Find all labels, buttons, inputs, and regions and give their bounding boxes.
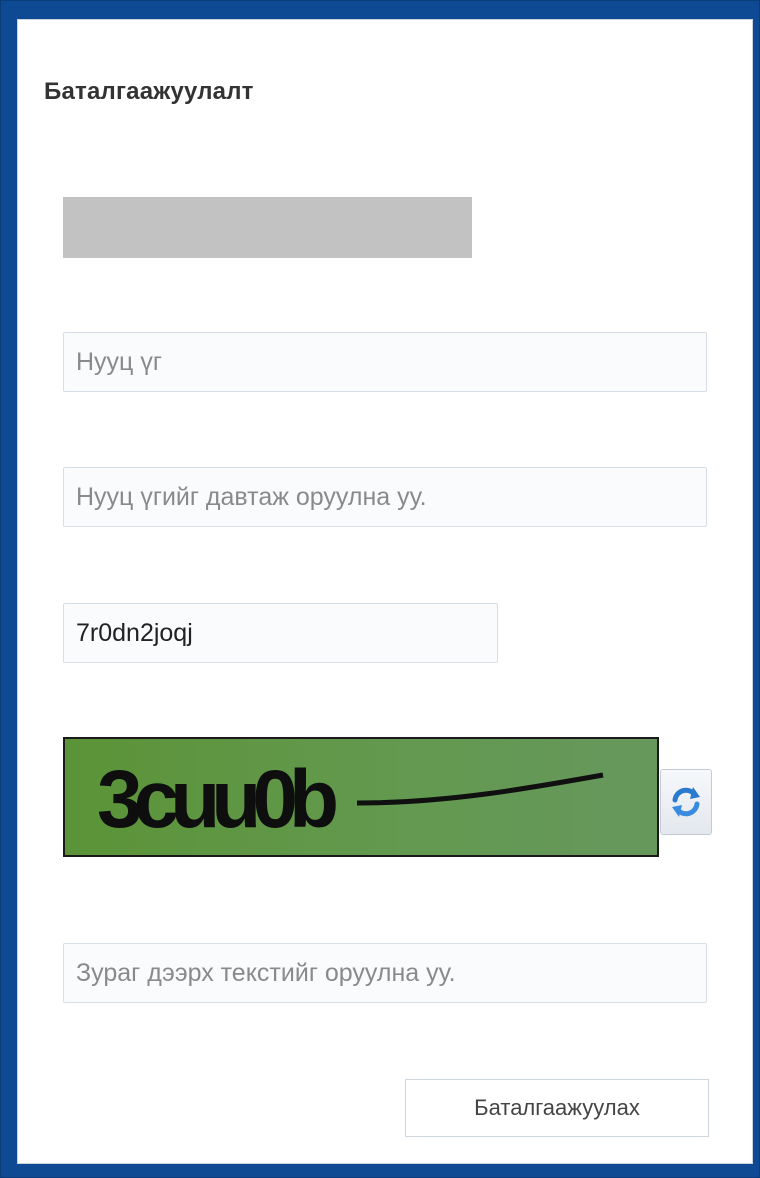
refresh-icon (672, 787, 700, 817)
captcha-text: 3cuu0b (97, 754, 336, 845)
masked-username-field (63, 197, 472, 258)
captcha-graphic: 3cuu0b (97, 754, 604, 845)
password-input[interactable] (63, 332, 707, 392)
submit-button[interactable]: Баталгаажуулах (405, 1079, 709, 1137)
captcha-noise-line (356, 772, 604, 806)
verification-panel: Баталгаажуулалт 3cuu0b Баталгаажуулах (17, 19, 753, 1164)
captcha-input[interactable] (63, 943, 707, 1003)
password-confirm-input[interactable] (63, 467, 707, 527)
window-frame: Баталгаажуулалт 3cuu0b Баталгаажуулах (0, 0, 760, 1178)
code-input[interactable] (63, 603, 498, 663)
page-title: Баталгаажуулалт (44, 78, 254, 105)
captcha-image: 3cuu0b (63, 737, 659, 857)
captcha-refresh-button[interactable] (660, 769, 712, 835)
